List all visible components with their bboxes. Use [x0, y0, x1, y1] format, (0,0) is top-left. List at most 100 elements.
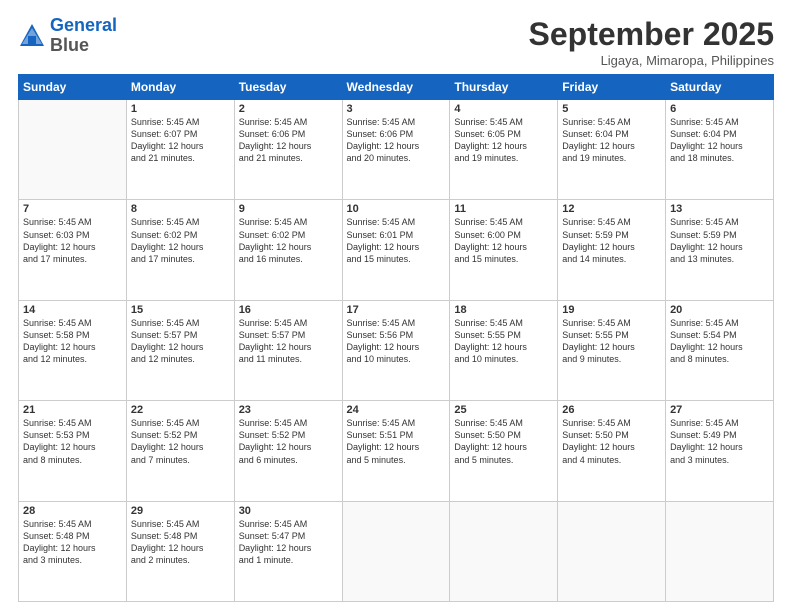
cell-info: Sunrise: 5:45 AM Sunset: 6:06 PM Dayligh… — [347, 116, 446, 165]
day-number: 1 — [131, 103, 230, 115]
cell-info: Sunrise: 5:45 AM Sunset: 6:02 PM Dayligh… — [239, 216, 338, 265]
cell-info: Sunrise: 5:45 AM Sunset: 5:48 PM Dayligh… — [131, 518, 230, 567]
day-number: 21 — [23, 404, 122, 416]
title-block: September 2025 Ligaya, Mimaropa, Philipp… — [529, 16, 774, 68]
col-friday: Friday — [558, 75, 666, 100]
table-row: 12Sunrise: 5:45 AM Sunset: 5:59 PM Dayli… — [558, 200, 666, 300]
col-saturday: Saturday — [666, 75, 774, 100]
cell-info: Sunrise: 5:45 AM Sunset: 6:03 PM Dayligh… — [23, 216, 122, 265]
table-row: 16Sunrise: 5:45 AM Sunset: 5:57 PM Dayli… — [234, 300, 342, 400]
cell-info: Sunrise: 5:45 AM Sunset: 6:02 PM Dayligh… — [131, 216, 230, 265]
table-row: 17Sunrise: 5:45 AM Sunset: 5:56 PM Dayli… — [342, 300, 450, 400]
calendar-week-3: 21Sunrise: 5:45 AM Sunset: 5:53 PM Dayli… — [19, 401, 774, 501]
table-row: 4Sunrise: 5:45 AM Sunset: 6:05 PM Daylig… — [450, 100, 558, 200]
table-row: 22Sunrise: 5:45 AM Sunset: 5:52 PM Dayli… — [126, 401, 234, 501]
table-row: 1Sunrise: 5:45 AM Sunset: 6:07 PM Daylig… — [126, 100, 234, 200]
table-row: 15Sunrise: 5:45 AM Sunset: 5:57 PM Dayli… — [126, 300, 234, 400]
day-number: 13 — [670, 203, 769, 215]
cell-info: Sunrise: 5:45 AM Sunset: 6:06 PM Dayligh… — [239, 116, 338, 165]
table-row: 3Sunrise: 5:45 AM Sunset: 6:06 PM Daylig… — [342, 100, 450, 200]
cell-info: Sunrise: 5:45 AM Sunset: 5:48 PM Dayligh… — [23, 518, 122, 567]
table-row — [666, 501, 774, 601]
calendar-week-0: 1Sunrise: 5:45 AM Sunset: 6:07 PM Daylig… — [19, 100, 774, 200]
calendar: Sunday Monday Tuesday Wednesday Thursday… — [18, 74, 774, 602]
day-number: 18 — [454, 304, 553, 316]
day-number: 8 — [131, 203, 230, 215]
day-number: 10 — [347, 203, 446, 215]
month-title: September 2025 — [529, 16, 774, 53]
table-row: 30Sunrise: 5:45 AM Sunset: 5:47 PM Dayli… — [234, 501, 342, 601]
cell-info: Sunrise: 5:45 AM Sunset: 6:04 PM Dayligh… — [670, 116, 769, 165]
location: Ligaya, Mimaropa, Philippines — [529, 53, 774, 68]
col-monday: Monday — [126, 75, 234, 100]
day-number: 6 — [670, 103, 769, 115]
day-number: 9 — [239, 203, 338, 215]
day-number: 23 — [239, 404, 338, 416]
day-number: 15 — [131, 304, 230, 316]
col-sunday: Sunday — [19, 75, 127, 100]
day-number: 7 — [23, 203, 122, 215]
logo: General Blue — [18, 16, 117, 56]
table-row: 27Sunrise: 5:45 AM Sunset: 5:49 PM Dayli… — [666, 401, 774, 501]
cell-info: Sunrise: 5:45 AM Sunset: 5:53 PM Dayligh… — [23, 417, 122, 466]
col-tuesday: Tuesday — [234, 75, 342, 100]
table-row: 28Sunrise: 5:45 AM Sunset: 5:48 PM Dayli… — [19, 501, 127, 601]
day-number: 14 — [23, 304, 122, 316]
table-row: 2Sunrise: 5:45 AM Sunset: 6:06 PM Daylig… — [234, 100, 342, 200]
cell-info: Sunrise: 5:45 AM Sunset: 5:51 PM Dayligh… — [347, 417, 446, 466]
logo-text: General Blue — [50, 16, 117, 56]
day-number: 22 — [131, 404, 230, 416]
table-row: 11Sunrise: 5:45 AM Sunset: 6:00 PM Dayli… — [450, 200, 558, 300]
day-number: 26 — [562, 404, 661, 416]
day-number: 19 — [562, 304, 661, 316]
page: General Blue September 2025 Ligaya, Mima… — [0, 0, 792, 612]
cell-info: Sunrise: 5:45 AM Sunset: 5:55 PM Dayligh… — [562, 317, 661, 366]
calendar-week-2: 14Sunrise: 5:45 AM Sunset: 5:58 PM Dayli… — [19, 300, 774, 400]
cell-info: Sunrise: 5:45 AM Sunset: 5:54 PM Dayligh… — [670, 317, 769, 366]
day-number: 29 — [131, 505, 230, 517]
day-number: 12 — [562, 203, 661, 215]
calendar-week-4: 28Sunrise: 5:45 AM Sunset: 5:48 PM Dayli… — [19, 501, 774, 601]
cell-info: Sunrise: 5:45 AM Sunset: 5:57 PM Dayligh… — [131, 317, 230, 366]
day-number: 25 — [454, 404, 553, 416]
table-row: 13Sunrise: 5:45 AM Sunset: 5:59 PM Dayli… — [666, 200, 774, 300]
table-row — [19, 100, 127, 200]
table-row: 10Sunrise: 5:45 AM Sunset: 6:01 PM Dayli… — [342, 200, 450, 300]
table-row: 21Sunrise: 5:45 AM Sunset: 5:53 PM Dayli… — [19, 401, 127, 501]
day-number: 27 — [670, 404, 769, 416]
day-number: 30 — [239, 505, 338, 517]
table-row — [342, 501, 450, 601]
cell-info: Sunrise: 5:45 AM Sunset: 5:58 PM Dayligh… — [23, 317, 122, 366]
day-number: 28 — [23, 505, 122, 517]
table-row: 20Sunrise: 5:45 AM Sunset: 5:54 PM Dayli… — [666, 300, 774, 400]
col-wednesday: Wednesday — [342, 75, 450, 100]
day-number: 5 — [562, 103, 661, 115]
cell-info: Sunrise: 5:45 AM Sunset: 5:52 PM Dayligh… — [131, 417, 230, 466]
table-row: 8Sunrise: 5:45 AM Sunset: 6:02 PM Daylig… — [126, 200, 234, 300]
table-row: 26Sunrise: 5:45 AM Sunset: 5:50 PM Dayli… — [558, 401, 666, 501]
day-number: 20 — [670, 304, 769, 316]
table-row: 18Sunrise: 5:45 AM Sunset: 5:55 PM Dayli… — [450, 300, 558, 400]
header: General Blue September 2025 Ligaya, Mima… — [18, 16, 774, 68]
cell-info: Sunrise: 5:45 AM Sunset: 6:01 PM Dayligh… — [347, 216, 446, 265]
table-row: 19Sunrise: 5:45 AM Sunset: 5:55 PM Dayli… — [558, 300, 666, 400]
cell-info: Sunrise: 5:45 AM Sunset: 6:00 PM Dayligh… — [454, 216, 553, 265]
cell-info: Sunrise: 5:45 AM Sunset: 5:50 PM Dayligh… — [454, 417, 553, 466]
day-number: 2 — [239, 103, 338, 115]
cell-info: Sunrise: 5:45 AM Sunset: 5:52 PM Dayligh… — [239, 417, 338, 466]
cell-info: Sunrise: 5:45 AM Sunset: 6:05 PM Dayligh… — [454, 116, 553, 165]
table-row — [558, 501, 666, 601]
logo-icon — [18, 22, 46, 50]
cell-info: Sunrise: 5:45 AM Sunset: 5:55 PM Dayligh… — [454, 317, 553, 366]
table-row: 29Sunrise: 5:45 AM Sunset: 5:48 PM Dayli… — [126, 501, 234, 601]
table-row: 6Sunrise: 5:45 AM Sunset: 6:04 PM Daylig… — [666, 100, 774, 200]
cell-info: Sunrise: 5:45 AM Sunset: 5:59 PM Dayligh… — [562, 216, 661, 265]
table-row: 5Sunrise: 5:45 AM Sunset: 6:04 PM Daylig… — [558, 100, 666, 200]
day-number: 17 — [347, 304, 446, 316]
table-row: 14Sunrise: 5:45 AM Sunset: 5:58 PM Dayli… — [19, 300, 127, 400]
cell-info: Sunrise: 5:45 AM Sunset: 5:50 PM Dayligh… — [562, 417, 661, 466]
day-number: 4 — [454, 103, 553, 115]
cell-info: Sunrise: 5:45 AM Sunset: 5:49 PM Dayligh… — [670, 417, 769, 466]
calendar-week-1: 7Sunrise: 5:45 AM Sunset: 6:03 PM Daylig… — [19, 200, 774, 300]
col-thursday: Thursday — [450, 75, 558, 100]
